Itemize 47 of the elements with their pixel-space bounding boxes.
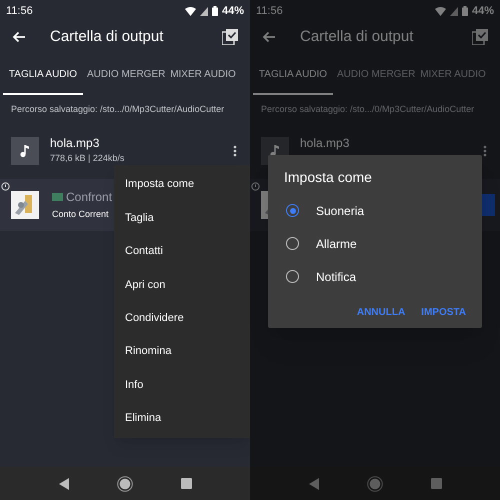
radio-button[interactable] [286,237,299,250]
battery-icon [212,6,218,16]
radio-button[interactable] [286,204,299,217]
recents-nav-icon[interactable] [180,478,192,489]
ad-title: Confront [66,188,112,206]
save-path: Percorso salvataggio: /sto.../0/Mp3Cutter/AudioCutter [10,103,226,116]
file-info: 778,6 kB | 224kb/s [50,152,124,165]
tab[interactable]: TAGLIA AUDIO [253,55,333,95]
more-options-icon[interactable] [233,144,237,156]
menu-item[interactable]: Rinomina [114,334,250,368]
tab[interactable]: AUDIO MERGER [83,55,163,95]
info-icon [1,182,10,190]
screen-title: Cartella di output [50,26,164,47]
save-path: Percorso salvataggio: /sto.../0/Mp3Cutter/AudioCutter [260,103,476,116]
battery-level: 44% [222,4,244,19]
radio-option[interactable]: Notifica [268,260,482,293]
back-arrow-icon[interactable] [12,31,26,43]
menu-item[interactable]: Imposta come [114,168,250,202]
battery-icon [462,6,468,16]
signal-icon [200,6,208,16]
home-nav-icon[interactable] [116,476,132,492]
radio-button[interactable] [286,270,299,283]
back-nav-icon[interactable] [58,478,68,490]
ad-badge-icon [52,192,63,201]
screen-title: Cartella di output [300,26,414,47]
menu-item[interactable]: Apri con [114,268,250,302]
file-name: hola.mp3 [50,134,100,152]
status-time: 11:56 [256,4,283,19]
menu-item[interactable]: Taglia [114,201,250,235]
wifi-icon [434,6,446,16]
tab[interactable]: TAGLIA AUDIO [3,55,83,95]
battery-level: 44% [472,4,494,19]
radio-option[interactable]: Suoneria [268,194,482,227]
wifi-icon [184,6,196,16]
radio-option[interactable]: Allarme [268,227,482,260]
file-name: hola.mp3 [300,134,350,152]
signal-icon [450,6,458,16]
menu-item[interactable]: Contatti [114,234,250,268]
status-time: 11:56 [6,4,33,19]
menu-item[interactable]: Condividere [114,302,250,335]
music-note-icon [11,136,39,164]
dialog-title: Imposta come [283,168,373,187]
menu-item[interactable]: Info [114,368,250,402]
info-icon [251,182,260,190]
menu-item[interactable]: Elimina [114,402,250,436]
ad-subtitle: Conto Corrent [52,208,110,221]
select-all-icon[interactable] [222,29,238,45]
